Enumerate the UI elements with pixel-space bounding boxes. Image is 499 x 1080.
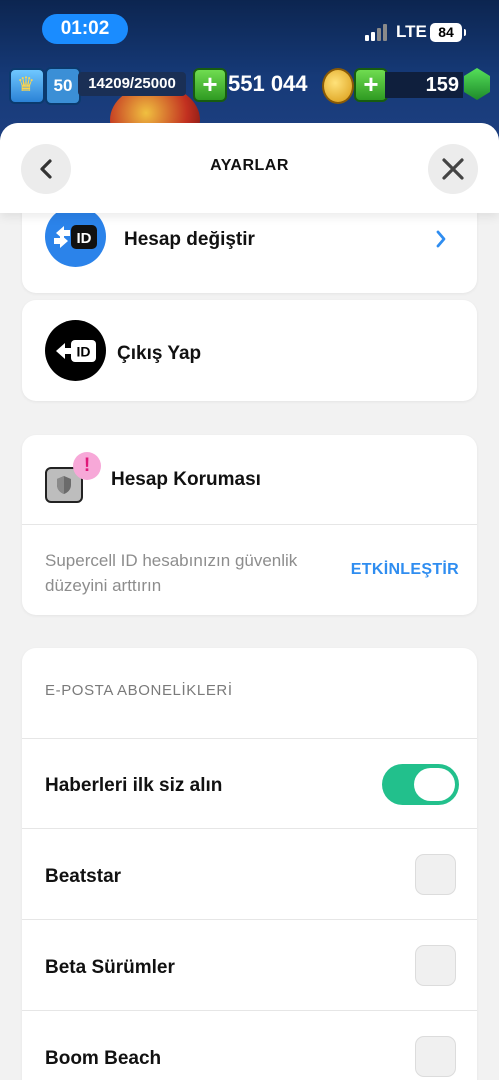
svg-text:ID: ID [76,230,91,247]
xp-bar: 14209/25000 [78,72,186,96]
switch-account-icon: ID [45,206,106,267]
page-title: AYARLAR [210,157,289,174]
alert-badge: ! [73,452,101,480]
logout-label: Çıkış Yap [117,343,202,364]
close-button[interactable] [428,144,478,194]
enable-protection-button[interactable]: ETKİNLEŞTİR [351,561,459,579]
chevron-right-icon [436,230,446,248]
protection-title: Hesap Koruması [111,469,261,490]
close-icon [442,158,464,180]
boom-beach-label: Boom Beach [45,1048,162,1069]
add-gold-button[interactable]: + [193,68,227,102]
divider [22,738,477,739]
network-type: LTE [396,22,427,41]
gem-amount: 159 [385,72,463,98]
section-title: E-POSTA ABONELİKLERİ [45,682,233,699]
divider [22,1010,477,1011]
email-subscriptions-card: E-POSTA ABONELİKLERİ Haberleri ilk siz a… [22,648,477,1080]
boom-beach-checkbox[interactable] [415,1036,456,1077]
divider [22,828,477,829]
add-gems-button[interactable]: + [354,68,388,102]
beta-releases-label: Beta Sürümler [45,957,175,978]
switch-account-label: Hesap değiştir [124,229,255,250]
protection-description: Supercell ID hesabınızın güvenlik düzeyi… [45,551,298,595]
status-bar: 01:02 LTE 84 [0,0,499,58]
signal-icon [365,24,391,41]
logout-icon: ID [45,320,106,381]
status-time: 01:02 [42,14,128,44]
sheet-header: AYARLAR [0,123,499,213]
battery-icon: 84 [430,23,466,42]
beatstar-label: Beatstar [45,866,122,887]
news-first-label: Haberleri ilk siz alın [45,775,223,796]
news-first-toggle[interactable] [382,764,459,805]
level-badge: 50 [45,67,81,105]
beta-releases-checkbox[interactable] [415,945,456,986]
crown-icon [9,68,45,104]
beatstar-checkbox[interactable] [415,854,456,895]
divider [22,919,477,920]
logout-row[interactable]: ID Çıkış Yap [22,300,477,401]
divider [22,524,477,525]
account-protection-card: ! Hesap Koruması Supercell ID hesabınızı… [22,435,477,615]
game-background: 01:02 LTE 84 50 14209/25000 + 551 044 + … [0,0,499,140]
settings-sheet: AYARLAR ID Hesap değiştir ID Çıkış Yap !… [0,123,499,1080]
gem-icon [464,68,490,100]
game-hud: 50 14209/25000 + 551 044 + 159 [0,62,499,108]
svg-text:ID: ID [76,343,90,359]
gold-coin-icon [322,68,354,104]
